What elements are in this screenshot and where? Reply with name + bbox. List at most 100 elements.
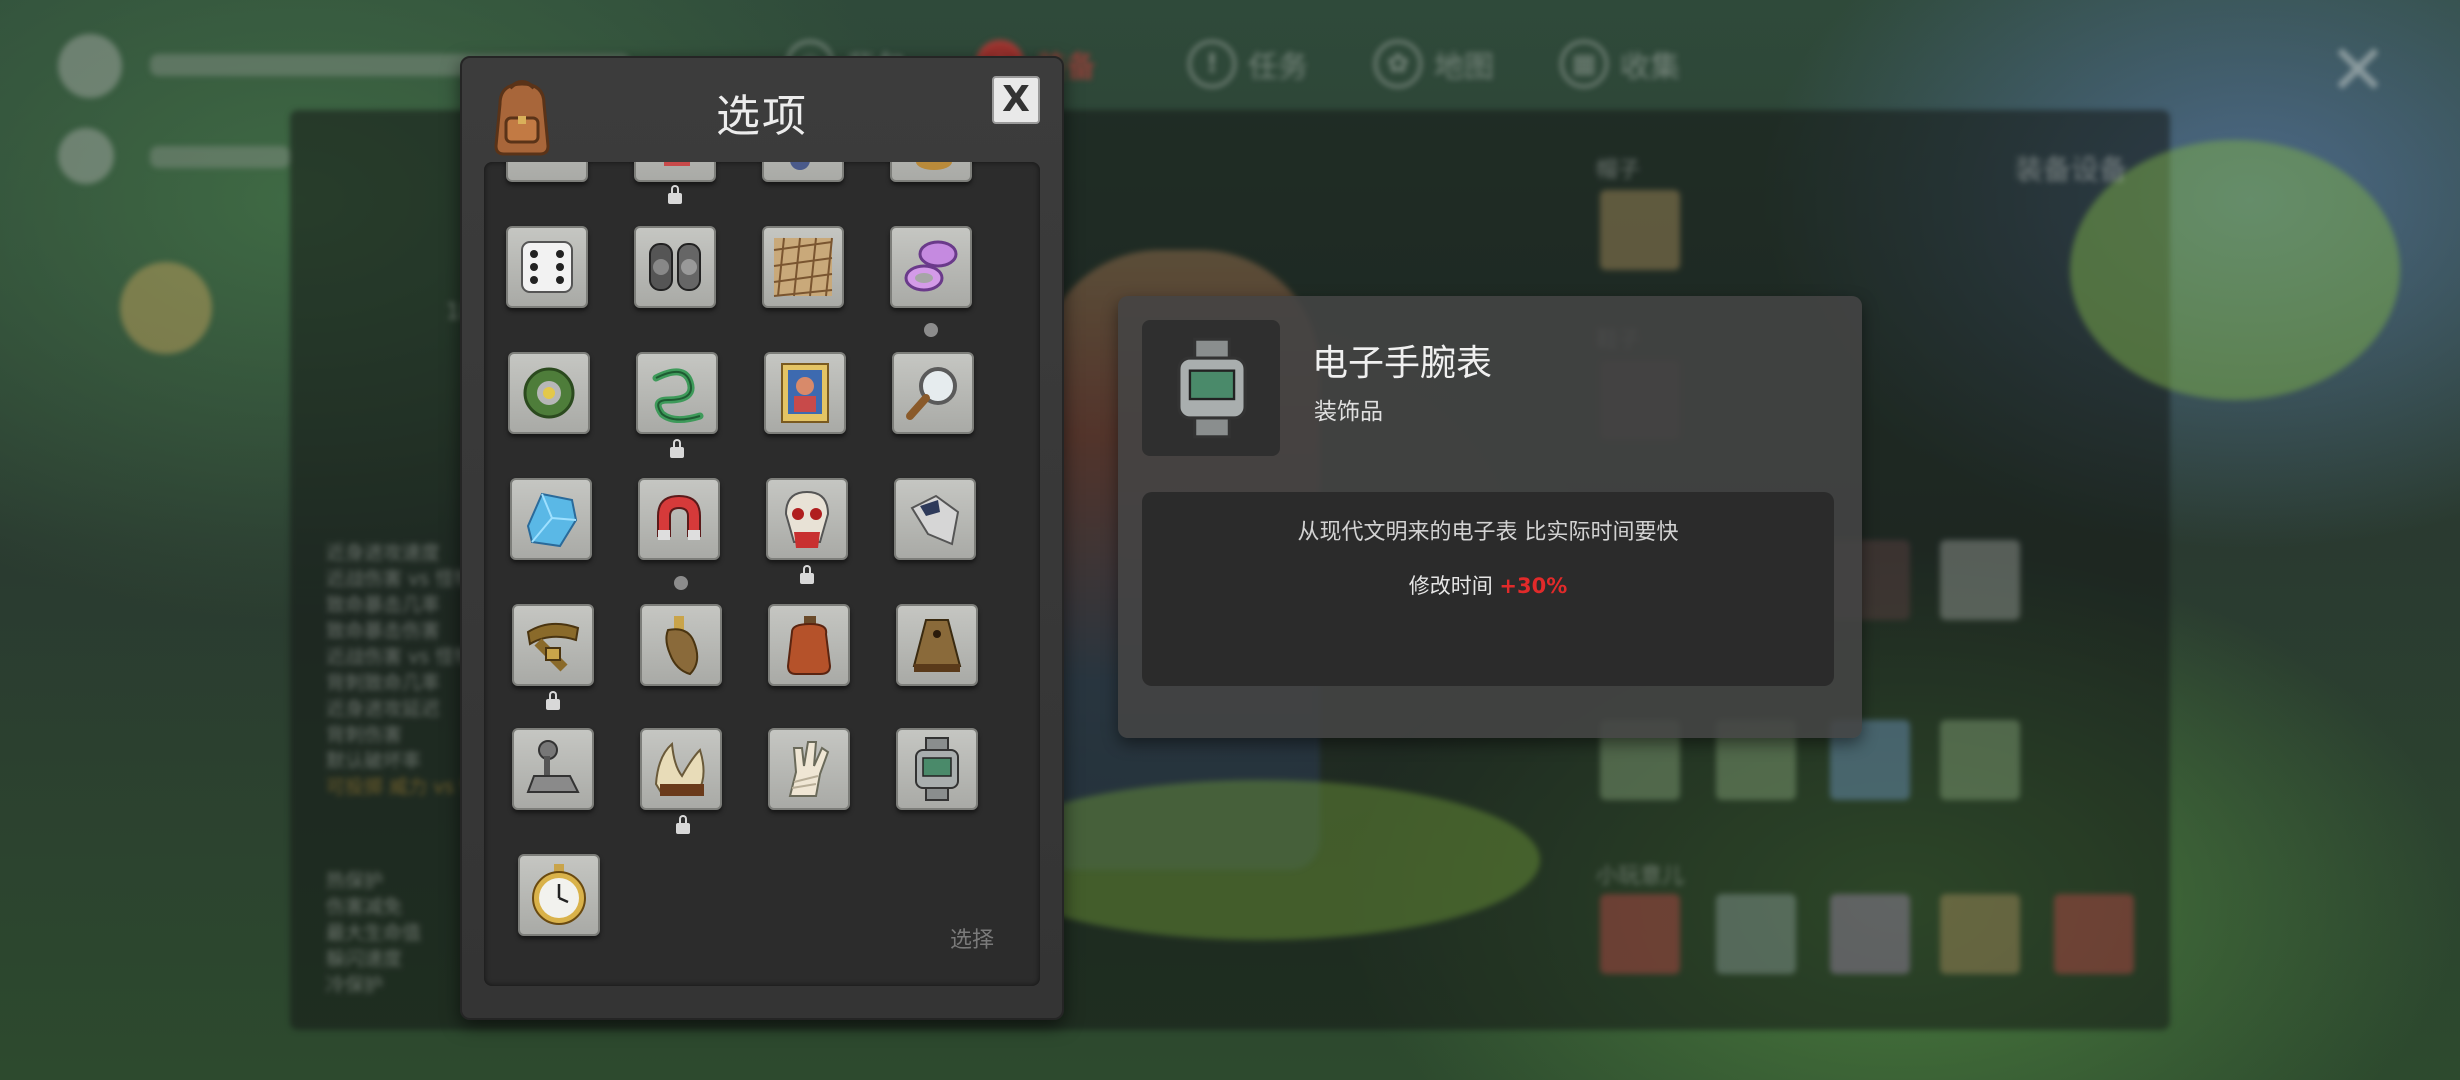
tooltip-item-frame bbox=[1142, 320, 1280, 456]
section-hat-label: 帽子 bbox=[1596, 158, 1641, 183]
fangs-icon bbox=[654, 741, 705, 796]
digital-watch-icon bbox=[1177, 337, 1247, 439]
item-slot-selected[interactable] bbox=[896, 728, 978, 810]
stat-row: 伤害减免 bbox=[326, 896, 403, 918]
item-slot[interactable] bbox=[766, 478, 848, 560]
map-icon: ✿ bbox=[1374, 40, 1422, 88]
lock-icon bbox=[546, 691, 560, 710]
collection-icon: ▦ bbox=[1560, 40, 1608, 88]
panel-title: 选项 bbox=[716, 91, 808, 142]
item-slot[interactable] bbox=[508, 352, 590, 434]
panel-header: 选项 X bbox=[462, 58, 1062, 158]
quest-icon: ! bbox=[1188, 40, 1236, 88]
hat-slot[interactable] bbox=[1600, 190, 1680, 270]
close-icon[interactable]: ✕ bbox=[2318, 30, 2398, 110]
dice-icon bbox=[521, 241, 573, 293]
toy-slot[interactable] bbox=[1716, 894, 1796, 974]
stat-row: 最大生命值 bbox=[326, 922, 422, 944]
toy-slot[interactable] bbox=[2054, 894, 2134, 974]
partial-item-icon bbox=[916, 162, 952, 170]
item-slot[interactable] bbox=[762, 226, 844, 308]
new-item-dot bbox=[674, 576, 688, 590]
partial-item-icon bbox=[664, 162, 690, 166]
item-slot[interactable] bbox=[764, 352, 846, 434]
consumable-slot[interactable] bbox=[1940, 720, 2020, 800]
items-grid: 选择 bbox=[484, 162, 1040, 986]
net-icon bbox=[773, 237, 833, 297]
toy-slot[interactable] bbox=[1600, 894, 1680, 974]
magnifying-glass-icon bbox=[906, 367, 957, 420]
description-box: 从现代文明来的电子表 比实际时间要快 修改时间 +30% bbox=[1142, 492, 1834, 686]
item-slot[interactable] bbox=[894, 478, 976, 560]
tab-map[interactable]: ✿ 地图 bbox=[1374, 36, 1494, 92]
item-slot[interactable] bbox=[512, 728, 594, 810]
secondary-bar bbox=[150, 146, 290, 168]
joystick-icon bbox=[526, 740, 580, 793]
blue-crystal-icon bbox=[526, 492, 578, 548]
item-slot[interactable] bbox=[890, 226, 972, 308]
item-slot[interactable] bbox=[896, 604, 978, 686]
item-description: 从现代文明来的电子表 比实际时间要快 bbox=[1297, 520, 1679, 545]
lock-icon bbox=[668, 185, 682, 204]
tab-label: 地图 bbox=[1434, 50, 1494, 85]
item-slot[interactable] bbox=[890, 162, 972, 182]
tab-quests[interactable]: ! 任务 bbox=[1188, 36, 1308, 92]
item-slot[interactable] bbox=[638, 478, 720, 560]
protection-stats-list: 热保护 伤害减免 最大生命值 躲闪速度 冷保护 bbox=[326, 868, 421, 998]
pocket-watch-icon bbox=[532, 864, 586, 925]
item-slot[interactable] bbox=[506, 162, 588, 182]
item-slot[interactable] bbox=[636, 352, 718, 434]
knee-pads-icon bbox=[649, 243, 701, 291]
item-slot[interactable] bbox=[768, 604, 850, 686]
item-slot[interactable] bbox=[892, 352, 974, 434]
item-slot[interactable] bbox=[634, 226, 716, 308]
lock-icon bbox=[670, 439, 684, 458]
equipment-title: 装备设备 bbox=[2015, 153, 2128, 186]
stat-row: 冷保护 bbox=[326, 974, 384, 996]
close-button[interactable]: X bbox=[992, 76, 1040, 124]
item-name: 电子手腕表 bbox=[1312, 343, 1493, 384]
ground-patch bbox=[980, 780, 1540, 940]
tab-label: 任务 bbox=[1248, 50, 1308, 85]
player-avatar bbox=[58, 34, 122, 98]
green-ring-icon bbox=[523, 367, 575, 419]
stat-line: 修改时间 +30% bbox=[1142, 570, 1834, 600]
hot-water-bottle-icon bbox=[786, 616, 832, 675]
item-type: 装饰品 bbox=[1314, 399, 1383, 425]
equip-slot[interactable] bbox=[1940, 540, 2020, 620]
item-slot[interactable] bbox=[518, 854, 600, 936]
lock-icon bbox=[676, 815, 690, 834]
magnet-icon bbox=[657, 494, 701, 540]
skull-icon bbox=[784, 490, 830, 548]
crystal-shard-icon bbox=[910, 494, 960, 546]
partial-item-icon bbox=[790, 162, 810, 170]
poster-icon bbox=[781, 363, 829, 423]
item-slot[interactable] bbox=[506, 226, 588, 308]
item-slot[interactable] bbox=[640, 604, 722, 686]
item-tooltip: 电子手腕表 装饰品 从现代文明来的电子表 比实际时间要快 修改时间 +30% bbox=[1118, 296, 1862, 738]
item-slot[interactable] bbox=[640, 728, 722, 810]
item-slot[interactable] bbox=[768, 728, 850, 810]
tab-collection[interactable]: ▦ 收集 bbox=[1560, 36, 1680, 92]
tab-label: 收集 bbox=[1620, 50, 1680, 85]
top-bar: ◎ 背包 ✦ 装备 ! 任务 ✿ 地图 ▦ 收集 ✕ bbox=[0, 0, 2460, 184]
rabbit-foot-icon bbox=[665, 616, 699, 676]
item-slot[interactable] bbox=[634, 162, 716, 182]
options-panel: 选项 X 选择 bbox=[460, 56, 1064, 1020]
stat-row: 躲闪速度 bbox=[326, 948, 403, 970]
select-label[interactable]: 选择 bbox=[950, 922, 994, 954]
item-slot[interactable] bbox=[762, 162, 844, 182]
item-slot[interactable] bbox=[512, 604, 594, 686]
character-portrait bbox=[120, 262, 212, 354]
new-item-dot bbox=[924, 323, 938, 337]
toy-slot[interactable] bbox=[1940, 894, 2020, 974]
stat-value: +30% bbox=[1499, 574, 1568, 598]
stat-label: 修改时间 bbox=[1408, 574, 1493, 598]
partial-item-icon bbox=[514, 162, 580, 174]
toy-slot[interactable] bbox=[1830, 894, 1910, 974]
cowbell-icon bbox=[912, 619, 962, 672]
digital-watch-icon bbox=[915, 737, 959, 801]
section-toys-label: 小玩意儿 bbox=[1596, 864, 1685, 889]
item-slot[interactable] bbox=[510, 478, 592, 560]
stat-row: 热保护 bbox=[326, 870, 384, 892]
